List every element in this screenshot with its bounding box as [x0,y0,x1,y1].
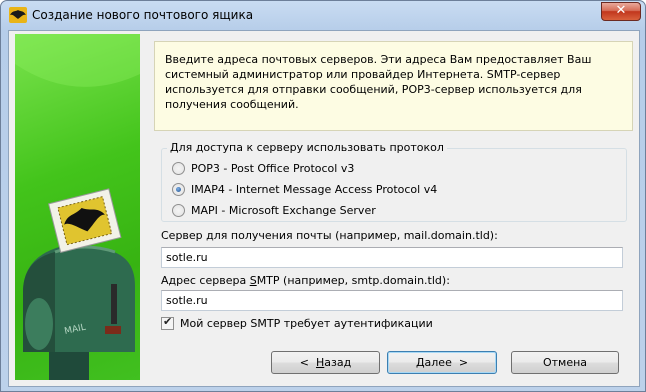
back-arrow: < [299,356,309,369]
next-label: алее [424,356,452,369]
smtp-server-input[interactable]: sotle.ru [161,290,623,311]
radio-mapi-button[interactable] [172,203,185,217]
next-arrow: > [458,356,469,369]
window-title: Создание нового почтового ящика [32,8,254,22]
cancel-button[interactable]: Отмена [511,351,619,374]
radio-pop3[interactable]: POP3 - Post Office Protocol v3 [172,160,354,176]
smtp-auth-checkbox[interactable] [161,315,174,330]
incoming-server-input[interactable]: sotle.ru [161,247,623,268]
mailbox-illustration: MAIL [15,34,140,380]
smtp-auth-checkbox-row[interactable]: Мой сервер SMTP требует аутентификации [161,315,433,331]
incoming-server-label: Сервер для получения почты (например, ma… [161,229,498,242]
title-bar[interactable]: Создание нового почтового ящика ✕ [1,1,645,30]
radio-imap4-label: IMAP4 - Internet Message Access Protocol… [191,182,438,196]
radio-mapi[interactable]: MAPI - Microsoft Exchange Server [172,202,376,218]
smtp-label-accel: S [249,274,257,287]
info-panel: Введите адреса почтовых серверов. Эти ад… [154,41,633,131]
radio-imap4[interactable]: IMAP4 - Internet Message Access Protocol… [172,181,437,197]
next-button[interactable]: Далее > [387,351,497,374]
side-illustration: MAIL [15,34,140,380]
protocol-group-label: Для доступа к серверу использовать прото… [167,141,447,154]
next-accel: Д [415,356,425,369]
dialog-window: Создание нового почтового ящика ✕ MAIL В… [0,0,646,392]
bat-app-icon [9,7,27,23]
back-label: азад [324,356,352,369]
smtp-server-label: Адрес сервера SMTP (например, smtp.domai… [161,274,450,287]
radio-mapi-label: MAPI - Microsoft Exchange Server [191,203,376,217]
back-button[interactable]: < Назад [271,351,380,374]
radio-pop3-button[interactable] [172,161,185,175]
smtp-auth-label: Мой сервер SMTP требует аутентификации [180,316,433,330]
radio-imap4-button[interactable] [172,182,185,196]
smtp-label-post: MTP (например, smtp.domain.tld): [256,274,450,287]
smtp-label-pre: Адрес сервера [161,274,250,287]
close-button[interactable]: ✕ [601,2,641,21]
radio-pop3-label: POP3 - Post Office Protocol v3 [191,161,355,175]
dialog-client: MAIL Введите адреса почтовых серверов. Э… [8,30,640,387]
